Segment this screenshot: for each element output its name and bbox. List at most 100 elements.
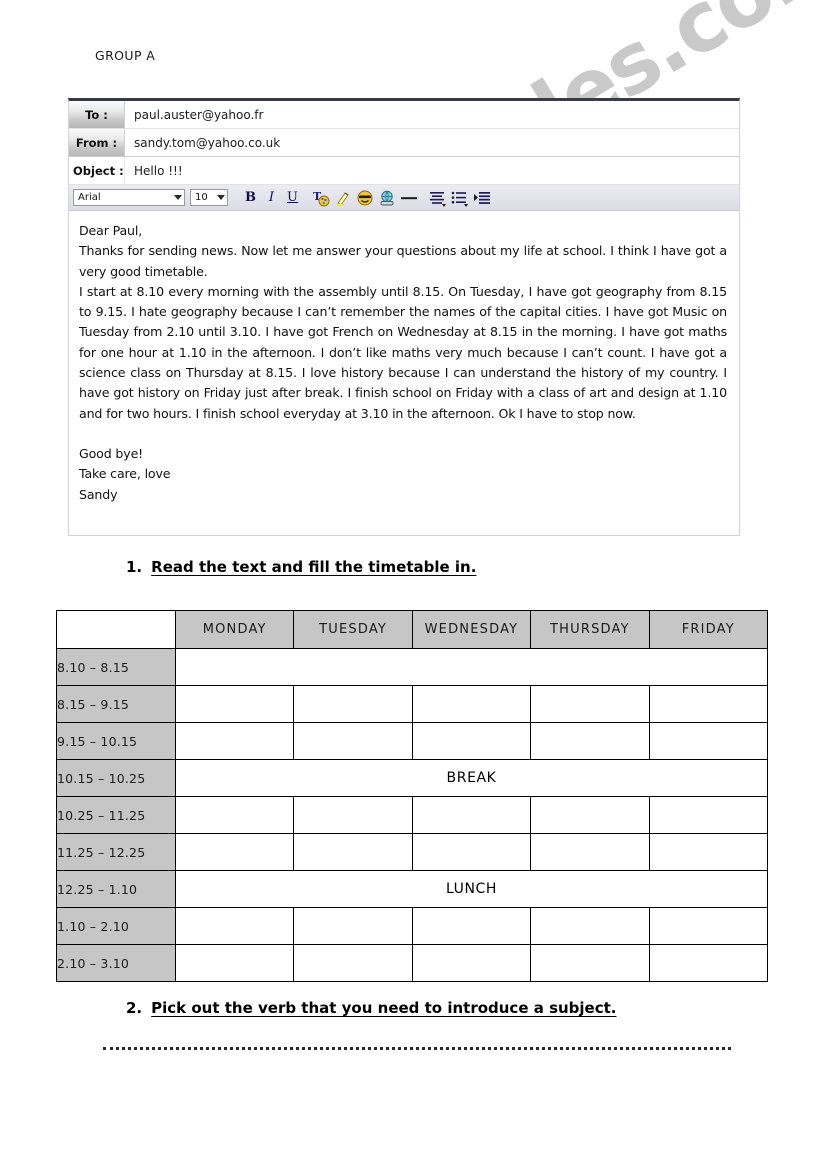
italic-button[interactable]: I bbox=[261, 188, 282, 208]
timetable-row: 8.10 – 8.15 bbox=[56, 648, 768, 686]
chevron-down-icon bbox=[217, 195, 225, 200]
timetable-time-label: 9.15 – 10.15 bbox=[56, 722, 176, 760]
exercise-1-text: Read the text and fill the timetable in. bbox=[151, 558, 477, 576]
timetable-body: 8.10 – 8.15 8.15 – 9.15 9.15 – 10.15 10.15 … bbox=[56, 648, 769, 982]
object-field-input[interactable]: Hello !!! bbox=[125, 157, 739, 184]
timetable-time-label: 8.10 – 8.15 bbox=[56, 648, 176, 686]
exercise-2-heading: 2. Pick out the verb that you need to in… bbox=[126, 999, 617, 1017]
timetable-slot-cell[interactable] bbox=[530, 833, 650, 871]
timetable-row: 12.25 – 1.10 LUNCH bbox=[56, 870, 768, 908]
timetable-row: 1.10 – 2.10 bbox=[56, 907, 769, 945]
timetable-header-row: MONDAY TUESDAY WEDNESDAY THURSDAY FRIDAY bbox=[56, 610, 769, 649]
email-field-row-to: To : paul.auster@yahoo.fr bbox=[69, 101, 739, 129]
timetable-slot-cell[interactable] bbox=[530, 796, 650, 834]
timetable-slot-cell[interactable] bbox=[530, 944, 650, 982]
emoticon-icon[interactable] bbox=[354, 188, 376, 208]
body-closing-1: Good bye! bbox=[79, 445, 144, 461]
timetable-day-wednesday: WEDNESDAY bbox=[411, 610, 532, 649]
timetable-slot-cell[interactable] bbox=[411, 685, 532, 723]
highlighter-icon[interactable] bbox=[332, 188, 354, 208]
font-family-value: Arial bbox=[78, 192, 101, 203]
indent-icon[interactable] bbox=[471, 188, 493, 208]
to-field-label: To : bbox=[69, 101, 125, 128]
timetable-slot-cell[interactable] bbox=[293, 796, 413, 834]
timetable-row: 11.25 – 12.25 bbox=[56, 833, 769, 871]
body-blank-line bbox=[79, 424, 727, 444]
email-field-row-object: Object : Hello !!! bbox=[69, 157, 739, 185]
align-icon[interactable] bbox=[427, 188, 449, 208]
timetable-time-label: 12.25 – 1.10 bbox=[56, 870, 176, 908]
timetable-slot-cell[interactable] bbox=[530, 722, 650, 760]
timetable-slot-cell[interactable] bbox=[174, 833, 295, 871]
underline-button[interactable]: U bbox=[282, 188, 303, 208]
body-signature: Sandy bbox=[79, 486, 118, 502]
timetable-merged-cell[interactable]: LUNCH bbox=[175, 870, 768, 908]
timetable-day-tuesday: TUESDAY bbox=[293, 610, 413, 649]
horizontal-rule-icon[interactable] bbox=[398, 188, 420, 208]
timetable-slot-cell[interactable] bbox=[411, 833, 532, 871]
font-size-select[interactable]: 10 bbox=[190, 189, 228, 206]
timetable-slot-cell[interactable] bbox=[174, 907, 295, 945]
from-field-input[interactable]: sandy.tom@yahoo.co.uk bbox=[125, 129, 739, 156]
timetable-slot-cell[interactable] bbox=[174, 944, 295, 982]
bullet-list-icon[interactable] bbox=[449, 188, 471, 208]
timetable-time-label: 10.15 – 10.25 bbox=[56, 759, 176, 797]
timetable-slot-cell[interactable] bbox=[174, 685, 295, 723]
timetable-slot-cell[interactable] bbox=[293, 722, 413, 760]
body-paragraph-2: I start at 8.10 every morning with the a… bbox=[79, 283, 727, 421]
timetable-slot-cell[interactable] bbox=[648, 796, 769, 834]
exercise-1-number: 1. bbox=[126, 558, 143, 576]
timetable-slot-cell[interactable] bbox=[648, 833, 769, 871]
timetable: MONDAY TUESDAY WEDNESDAY THURSDAY FRIDAY… bbox=[56, 610, 769, 982]
timetable-merged-cell[interactable] bbox=[175, 648, 768, 686]
timetable-slot-cell[interactable] bbox=[648, 944, 769, 982]
insert-link-icon[interactable] bbox=[376, 188, 398, 208]
timetable-time-label: 2.10 – 3.10 bbox=[56, 944, 176, 982]
to-field-input[interactable]: paul.auster@yahoo.fr bbox=[125, 101, 739, 128]
timetable-slot-cell[interactable] bbox=[174, 722, 295, 760]
timetable-time-label: 11.25 – 12.25 bbox=[56, 833, 176, 871]
timetable-slot-cell[interactable] bbox=[174, 796, 295, 834]
exercise-2-number: 2. bbox=[126, 999, 143, 1017]
timetable-slot-cell[interactable] bbox=[411, 796, 532, 834]
timetable-slot-cell[interactable] bbox=[411, 907, 532, 945]
font-size-value: 10 bbox=[195, 192, 208, 203]
timetable-slot-cell[interactable] bbox=[648, 722, 769, 760]
answer-dotted-line[interactable] bbox=[103, 1044, 731, 1050]
timetable-row: 10.25 – 11.25 bbox=[56, 796, 769, 834]
formatting-toolbar: Arial 10 B I U T bbox=[69, 185, 739, 211]
timetable-slot-cell[interactable] bbox=[411, 722, 532, 760]
object-field-label: Object : bbox=[69, 157, 125, 184]
timetable-slot-cell[interactable] bbox=[648, 685, 769, 723]
timetable-row: 8.15 – 9.15 bbox=[56, 685, 769, 723]
timetable-time-label: 1.10 – 2.10 bbox=[56, 907, 176, 945]
body-closing-2: Take care, love bbox=[79, 466, 171, 482]
timetable-time-label: 10.25 – 11.25 bbox=[56, 796, 176, 834]
email-field-row-from: From : sandy.tom@yahoo.co.uk bbox=[69, 129, 739, 157]
font-family-select[interactable]: Arial bbox=[73, 189, 185, 206]
timetable-day-thursday: THURSDAY bbox=[530, 610, 650, 649]
email-body-editor[interactable]: Dear Paul, Thanks for sending news. Now … bbox=[69, 211, 739, 535]
timetable-slot-cell[interactable] bbox=[293, 907, 413, 945]
body-greeting: Dear Paul, bbox=[79, 223, 143, 238]
group-label: GROUP A bbox=[95, 48, 156, 63]
text-color-icon[interactable]: T bbox=[310, 188, 332, 208]
timetable-time-label: 8.15 – 9.15 bbox=[56, 685, 176, 723]
timetable-day-monday: MONDAY bbox=[174, 610, 295, 649]
timetable-slot-cell[interactable] bbox=[293, 833, 413, 871]
timetable-slot-cell[interactable] bbox=[411, 944, 532, 982]
timetable-slot-cell[interactable] bbox=[293, 685, 413, 723]
bold-button[interactable]: B bbox=[240, 188, 261, 208]
timetable-slot-cell[interactable] bbox=[648, 907, 769, 945]
timetable-row: 2.10 – 3.10 bbox=[56, 944, 769, 982]
exercise-2-text: Pick out the verb that you need to intro… bbox=[151, 999, 617, 1017]
timetable-corner-header bbox=[56, 610, 176, 649]
timetable-merged-cell[interactable]: BREAK bbox=[175, 759, 768, 797]
body-paragraph-1: Thanks for sending news. Now let me answ… bbox=[79, 243, 727, 279]
timetable-slot-cell[interactable] bbox=[293, 944, 413, 982]
timetable-slot-cell[interactable] bbox=[530, 907, 650, 945]
timetable-row: 10.15 – 10.25 BREAK bbox=[56, 759, 768, 797]
timetable-header: MONDAY TUESDAY WEDNESDAY THURSDAY FRIDAY bbox=[56, 610, 769, 649]
from-field-label: From : bbox=[69, 129, 125, 156]
timetable-slot-cell[interactable] bbox=[530, 685, 650, 723]
